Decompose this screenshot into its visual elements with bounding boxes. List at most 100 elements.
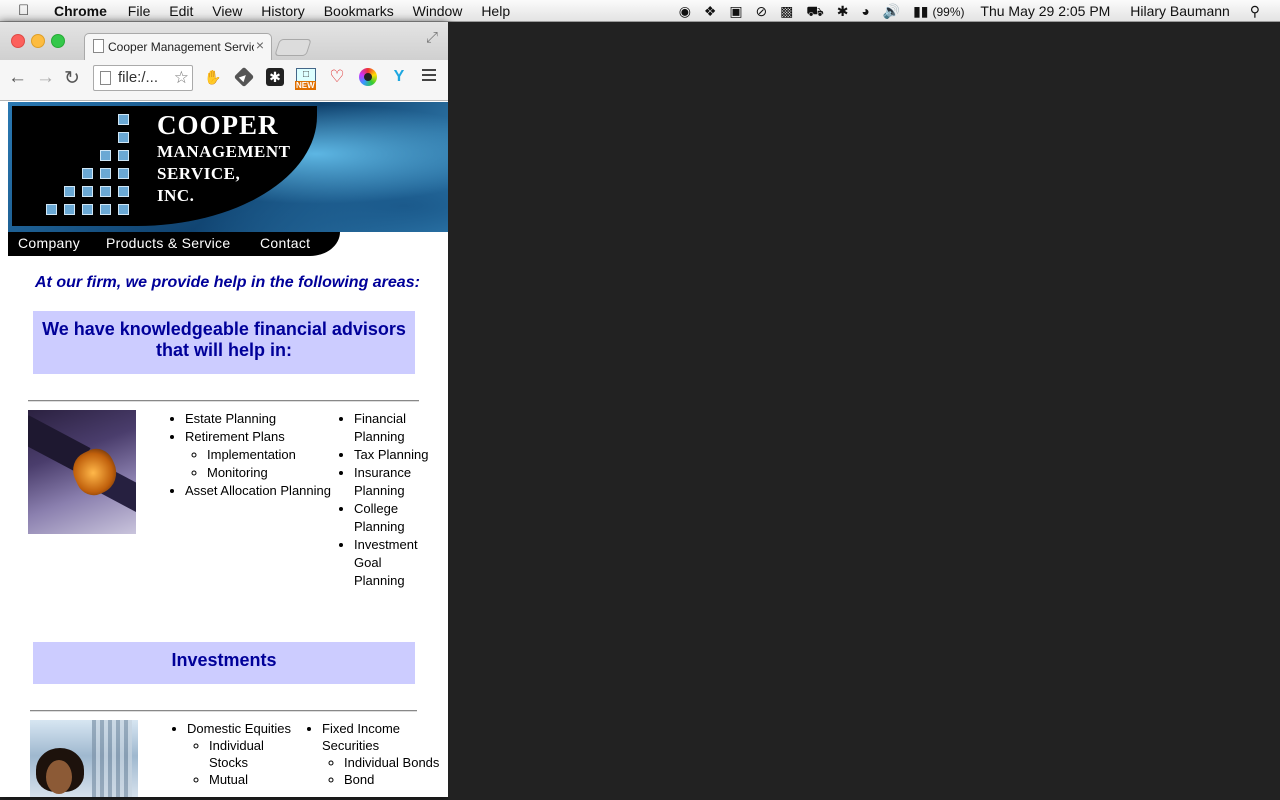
page-icon: [93, 39, 104, 53]
clock[interactable]: Thu May 29 2:05 PM: [980, 3, 1110, 19]
battery-icon[interactable]: ▮▮: [913, 3, 928, 20]
investments-list-left: Domestic Equities Individual Stocks Mutu…: [169, 720, 297, 788]
logo-text: COOPER MANAGEMENT SERVICE, INC.: [157, 110, 290, 207]
list-item: Implementation: [207, 446, 335, 464]
list-item: Asset Allocation Planning: [185, 482, 335, 500]
investments-list-right: Fixed Income Securities Individual Bonds…: [304, 720, 440, 788]
handshake-photo: [28, 410, 136, 534]
nav-link-products[interactable]: Products & Service: [106, 235, 230, 251]
back-arrow-icon[interactable]: ←: [8, 67, 27, 89]
evernote-extension-icon[interactable]: ✋: [204, 68, 222, 86]
apple-menu-icon[interactable]: : [18, 2, 29, 19]
forward-arrow-icon[interactable]: →: [36, 67, 55, 89]
intro-heading: At our firm, we provide help in the foll…: [35, 274, 420, 291]
url-text: file:/...: [118, 69, 159, 86]
list-item: College Planning: [354, 500, 434, 536]
asterisk-extension-icon[interactable]: ✱: [266, 68, 284, 86]
menu-view[interactable]: View: [212, 3, 242, 19]
logo-block: [82, 168, 93, 179]
sub-list: Individual Stocks Mutual: [187, 737, 297, 788]
zoom-window-button[interactable]: [51, 34, 65, 48]
sync-icon[interactable]: ⊘: [755, 3, 767, 20]
nav-link-contact[interactable]: Contact: [260, 235, 310, 251]
close-window-button[interactable]: [11, 34, 25, 48]
logo-block: [64, 186, 75, 197]
y-extension-icon[interactable]: Y: [390, 68, 408, 86]
new-badge-icon: NEW: [295, 81, 316, 90]
logo-block: [46, 204, 57, 215]
reload-icon[interactable]: ↻: [64, 67, 80, 90]
site-banner: COOPER MANAGEMENT SERVICE, INC.: [8, 102, 448, 232]
volume-icon[interactable]: 🔊: [883, 3, 900, 20]
list-item: Fixed Income Securities Individual Bonds…: [322, 720, 440, 788]
headphones-icon[interactable]: ◉: [679, 3, 691, 20]
address-bar[interactable]: file:/... ☆: [93, 65, 193, 91]
logo-block: [64, 204, 75, 215]
nav-link-company[interactable]: Company: [18, 235, 80, 251]
menu-bookmarks[interactable]: Bookmarks: [324, 3, 394, 19]
new-tab-button[interactable]: [274, 39, 312, 56]
bluetooth-icon[interactable]: ✱: [837, 3, 849, 20]
logo-block: [82, 186, 93, 197]
investments-heading: Investments: [33, 642, 415, 684]
menu-bar:  Chrome File Edit View History Bookmark…: [0, 0, 1280, 22]
logo-line-4: INC.: [157, 186, 195, 205]
logo-block: [118, 186, 129, 197]
menu-history[interactable]: History: [261, 3, 305, 19]
browser-tab[interactable]: Cooper Management Services ×: [84, 33, 272, 60]
page-icon: [100, 71, 111, 85]
html5-icon[interactable]: ▣: [729, 3, 742, 20]
truck-icon[interactable]: ⛟: [806, 3, 824, 22]
bookmark-star-icon[interactable]: ☆: [174, 68, 189, 88]
browser-window: Cooper Management Services × ⤢ ← → ↻ fil…: [0, 22, 448, 797]
screen-capture-extension-icon[interactable]: □ NEW: [295, 68, 316, 90]
list-item: Tax Planning: [354, 446, 434, 464]
logo-line-2: MANAGEMENT: [157, 142, 291, 161]
tab-title: Cooper Management Services: [108, 40, 254, 54]
battery-percent: (99%): [932, 5, 965, 19]
list-item-label: Domestic Equities: [187, 721, 292, 736]
web-page: COOPER MANAGEMENT SERVICE, INC. Company …: [0, 102, 448, 797]
list-item: Financial Planning: [354, 410, 434, 446]
sub-list: Individual Bonds Bond: [322, 754, 440, 788]
list-item: Mutual: [209, 771, 297, 788]
pocket-extension-icon[interactable]: ▲: [233, 66, 255, 88]
logo-block: [118, 132, 129, 143]
businesswoman-photo: [30, 720, 138, 797]
wifi-icon[interactable]: ◕: [861, 3, 869, 19]
app-menus: Chrome File Edit View History Bookmarks …: [54, 3, 525, 19]
divider: [28, 400, 419, 402]
minimize-window-button[interactable]: [31, 34, 45, 48]
menu-app-name[interactable]: Chrome: [54, 3, 107, 19]
fullscreen-icon[interactable]: ⤢: [426, 29, 438, 46]
menu-help[interactable]: Help: [481, 3, 510, 19]
list-item-label: Retirement Plans: [185, 429, 285, 444]
list-item: Individual Bonds: [344, 754, 440, 771]
company-logo: COOPER MANAGEMENT SERVICE, INC.: [12, 106, 317, 226]
menu-window[interactable]: Window: [413, 3, 463, 19]
logo-block: [82, 204, 93, 215]
spotlight-search-icon[interactable]: ⚲: [1250, 3, 1260, 20]
menu-file[interactable]: File: [128, 3, 151, 19]
logo-block: [100, 150, 111, 161]
heart-extension-icon[interactable]: ♡: [328, 68, 346, 86]
logo-block: [118, 150, 129, 161]
desktop-background: [448, 22, 1280, 800]
list-item: Monitoring: [207, 464, 335, 482]
list-item: Investment Goal Planning: [354, 536, 434, 590]
logo-block: [100, 204, 111, 215]
list-item: Estate Planning: [185, 410, 335, 428]
menu-edit[interactable]: Edit: [169, 3, 193, 19]
dropbox-icon[interactable]: ❖: [704, 3, 717, 20]
chrome-menu-icon[interactable]: [422, 69, 436, 84]
user-name[interactable]: Hilary Baumann: [1130, 3, 1230, 19]
site-nav: Company Products & Service Contact: [8, 232, 340, 256]
divider: [30, 710, 417, 712]
logo-block: [100, 168, 111, 179]
logo-block: [100, 186, 111, 197]
close-tab-icon[interactable]: ×: [256, 37, 264, 53]
list-item-label: Fixed Income Securities: [322, 721, 401, 753]
services-list-left: Estate Planning Retirement Plans Impleme…: [167, 410, 335, 500]
color-picker-extension-icon[interactable]: [359, 68, 377, 86]
evernote-icon[interactable]: ▩: [780, 3, 793, 20]
